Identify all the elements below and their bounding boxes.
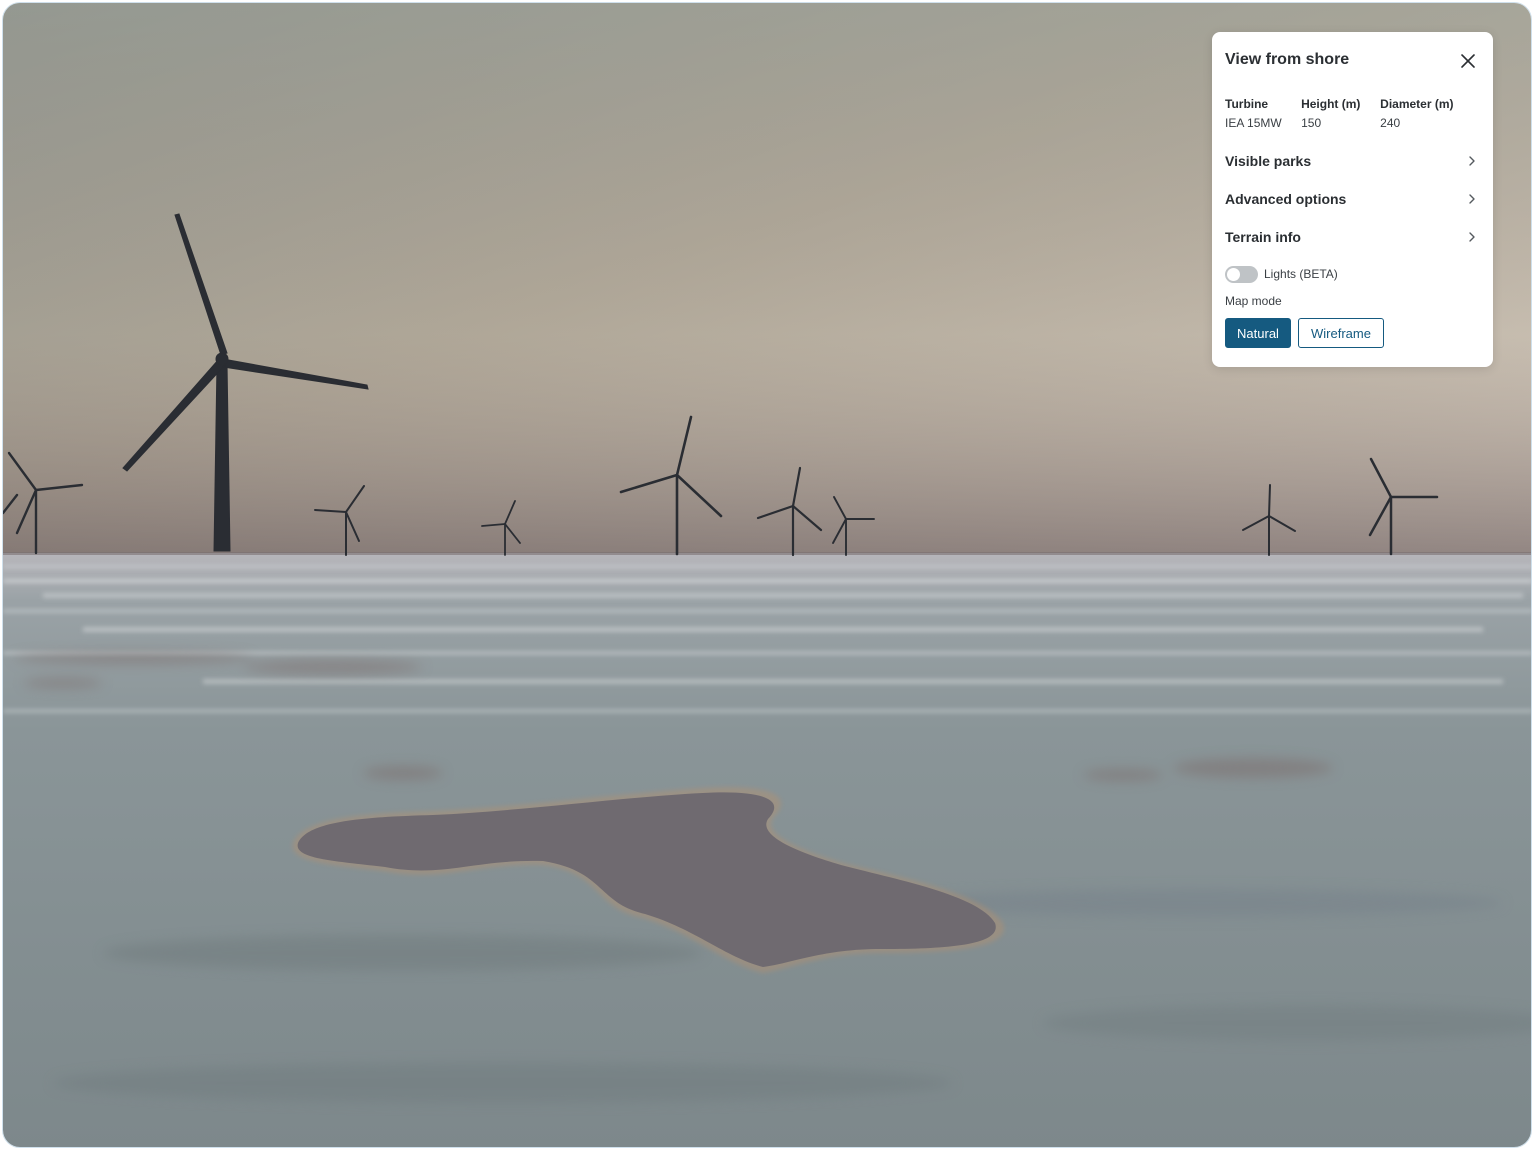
- map-mode-wireframe-button[interactable]: Wireframe: [1298, 318, 1384, 348]
- map-mode-label: Map mode: [1225, 294, 1282, 308]
- turbine-specs: Turbine IEA 15MW Height (m) 150 Diameter…: [1225, 96, 1479, 131]
- horizon-line: [3, 552, 1531, 555]
- section-visible-parks[interactable]: Visible parks: [1225, 142, 1479, 180]
- chevron-right-icon: [1469, 232, 1475, 242]
- spec-label: Height (m): [1301, 97, 1361, 111]
- lights-label: Lights (BETA): [1264, 267, 1338, 281]
- section-label: Advanced options: [1225, 191, 1347, 207]
- spec-value: IEA 15MW: [1225, 116, 1282, 130]
- panel-title: View from shore: [1225, 51, 1350, 68]
- spec-height: Height (m) 150: [1301, 96, 1380, 131]
- spec-diameter: Diameter (m) 240: [1380, 96, 1479, 131]
- spec-value: 150: [1301, 116, 1322, 130]
- spec-label: Turbine: [1225, 97, 1269, 111]
- close-icon: [1461, 54, 1475, 68]
- lights-toggle-row: Lights (BETA): [1225, 264, 1479, 284]
- section-advanced-options[interactable]: Advanced options: [1225, 180, 1479, 218]
- panel-sections: Visible parks Advanced options Terrain i…: [1225, 142, 1479, 256]
- lights-toggle[interactable]: [1225, 265, 1258, 283]
- chevron-right-icon: [1469, 194, 1475, 204]
- sea-surface: [3, 553, 1531, 1147]
- chevron-right-icon: [1469, 156, 1475, 166]
- toggle-knob: [1227, 267, 1240, 281]
- map-mode-natural-button[interactable]: Natural: [1225, 318, 1291, 348]
- section-terrain-info[interactable]: Terrain info: [1225, 218, 1479, 256]
- panel-header: View from shore: [1225, 32, 1479, 90]
- close-button[interactable]: [1457, 50, 1479, 72]
- spec-turbine: Turbine IEA 15MW: [1225, 96, 1301, 131]
- view-from-shore-panel: View from shore Turbine IEA 15MW Height …: [1212, 32, 1493, 367]
- spec-label: Diameter (m): [1380, 97, 1454, 111]
- map-mode-selector: Natural Wireframe: [1225, 318, 1479, 348]
- section-label: Visible parks: [1225, 153, 1312, 169]
- viewport-frame: View from shore Turbine IEA 15MW Height …: [2, 2, 1532, 1148]
- section-label: Terrain info: [1225, 229, 1301, 245]
- spec-value: 240: [1380, 116, 1401, 130]
